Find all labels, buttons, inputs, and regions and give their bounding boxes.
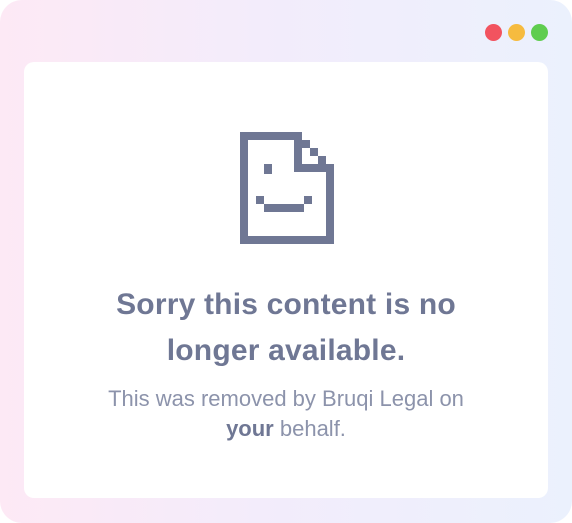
unavailable-title: Sorry this content is no longer availabl… [24, 282, 548, 374]
maximize-window-button[interactable] [531, 24, 548, 41]
window-controls [485, 24, 548, 41]
title-line-2: longer available. [166, 334, 406, 367]
notice-line-1: This was removed by Bruqi Legal on [108, 386, 464, 411]
sad-document-icon [240, 132, 334, 244]
content-card: Sorry this content is no longer availabl… [24, 62, 548, 498]
removal-notice: This was removed by Bruqi Legal on your … [24, 384, 548, 444]
notice-rest: behalf. [273, 416, 346, 441]
notice-emphasis: your [226, 416, 274, 441]
title-line-1: Sorry this content is no [116, 288, 456, 321]
notice-line-2: your behalf. [24, 414, 548, 444]
minimize-window-button[interactable] [508, 24, 525, 41]
close-window-button[interactable] [485, 24, 502, 41]
browser-window: Sorry this content is no longer availabl… [0, 0, 572, 523]
